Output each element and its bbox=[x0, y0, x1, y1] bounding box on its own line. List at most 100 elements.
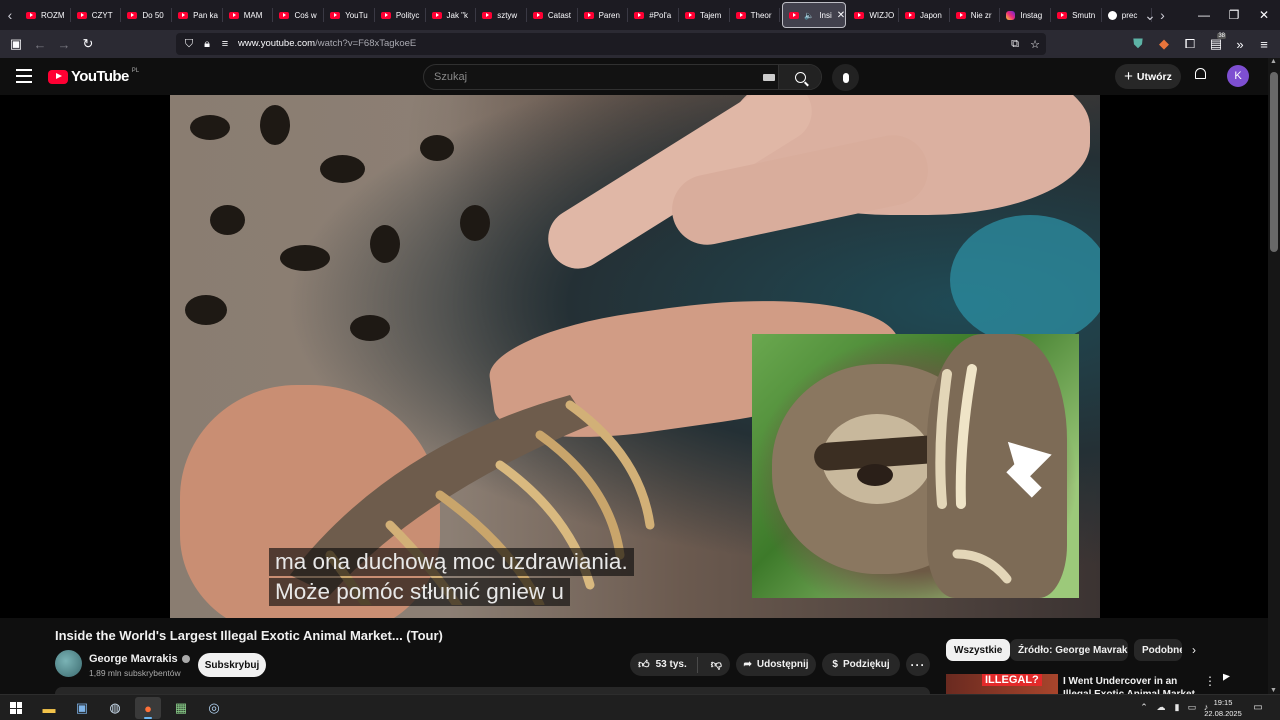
tray-overflow-icon[interactable]: ⌃ bbox=[1138, 701, 1150, 713]
restore-icon[interactable]: ❐ bbox=[1218, 0, 1250, 30]
tab-title: MAM bbox=[243, 10, 263, 20]
close-window-icon[interactable]: ✕ bbox=[1248, 0, 1280, 30]
browser-tab[interactable]: YouTu bbox=[324, 2, 375, 28]
reload-icon[interactable]: ↻ bbox=[76, 30, 100, 58]
app-menu-icon[interactable]: ≡ bbox=[1252, 30, 1276, 58]
extension-fox-icon[interactable]: ◆ bbox=[1152, 30, 1176, 58]
firefox-icon[interactable]: ● bbox=[135, 697, 161, 719]
chip-all[interactable]: Wszystkie bbox=[946, 639, 1011, 661]
network-app-icon[interactable]: ◎ bbox=[201, 697, 227, 719]
browser-tab[interactable]: WIZJO bbox=[848, 2, 899, 28]
browser-tab[interactable]: sztyw bbox=[476, 2, 527, 28]
notifications-bell-icon[interactable] bbox=[1191, 67, 1209, 85]
account-avatar[interactable]: K bbox=[1227, 65, 1249, 87]
start-button[interactable] bbox=[3, 697, 29, 719]
caption-line: ma ona duchową moc uzdrawiania. bbox=[269, 548, 634, 576]
back-icon[interactable]: ← bbox=[28, 30, 52, 58]
browser-tab[interactable]: Japon bbox=[899, 2, 950, 28]
minimize-icon[interactable]: — bbox=[1188, 0, 1220, 30]
usb-device-icon[interactable]: ▮ bbox=[1171, 701, 1183, 713]
close-tab-icon[interactable]: ✕ bbox=[837, 10, 845, 21]
create-button[interactable]: + Utwórz bbox=[1115, 64, 1181, 89]
url-bar[interactable]: ⛉ 🔒︎ ≡ www.youtube.com/watch?v=F68xTagko… bbox=[176, 33, 1046, 55]
steam-icon[interactable]: ◍ bbox=[102, 697, 128, 719]
more-actions-button[interactable]: ··· bbox=[906, 653, 930, 676]
browser-tab[interactable]: Jak "k bbox=[426, 2, 477, 28]
lock-icon[interactable]: 🔒︎ bbox=[198, 33, 216, 55]
browser-tab[interactable]: CZYT bbox=[71, 2, 122, 28]
overflow-chevron-icon[interactable]: » bbox=[1228, 30, 1252, 58]
recommendation-menu-icon[interactable]: ⋮ bbox=[1204, 674, 1216, 688]
share-arrow-icon: ➦ bbox=[743, 659, 752, 670]
remote-desktop-icon[interactable]: ▣ bbox=[69, 697, 95, 719]
share-button[interactable]: ➦ Udostępnij bbox=[736, 653, 816, 676]
search-box[interactable]: Szukaj bbox=[423, 64, 822, 90]
browser-tab[interactable]: #Pol'a bbox=[628, 2, 679, 28]
browser-tab[interactable]: Nie zr bbox=[950, 2, 1001, 28]
extension-shield-icon[interactable]: ⛊ bbox=[1126, 30, 1150, 58]
permissions-icon[interactable]: ≡ bbox=[216, 33, 234, 55]
scrollbar-thumb[interactable] bbox=[1270, 72, 1278, 252]
windows-logo-icon bbox=[10, 702, 22, 714]
dislike-button[interactable]: 👎︎ bbox=[703, 658, 722, 671]
browser-tab[interactable]: ROZM bbox=[20, 2, 71, 28]
shield-icon[interactable]: ⛉ bbox=[180, 33, 198, 55]
chips-next-chevron-icon[interactable]: › bbox=[1192, 643, 1196, 657]
notifications-icon[interactable]: ▭ bbox=[1252, 701, 1264, 713]
search-input[interactable]: Szukaj bbox=[434, 71, 467, 83]
like-button[interactable]: 👍︎ 53 tys. bbox=[638, 656, 698, 673]
calculator-icon[interactable]: ▦ bbox=[168, 697, 194, 719]
tab-title: #Pol'a bbox=[649, 10, 672, 20]
recommendation-thumbnail[interactable]: ILLEGAL? bbox=[946, 674, 1058, 694]
picture-in-picture-icon[interactable]: ⧉ bbox=[1006, 33, 1024, 55]
browser-tab[interactable]: MAM bbox=[223, 2, 274, 28]
instagram-favicon-icon bbox=[1006, 10, 1016, 20]
onedrive-cloud-icon[interactable]: ☁ bbox=[1155, 701, 1167, 713]
recommendation-title[interactable]: I Went Undercover in an Illegal Exotic A… bbox=[1063, 675, 1198, 694]
voice-search-button[interactable] bbox=[832, 64, 859, 91]
browser-tab[interactable]: Do 50 bbox=[121, 2, 172, 28]
youtube-logo[interactable]: YouTube PL bbox=[48, 68, 139, 85]
youtube-favicon-icon bbox=[634, 11, 645, 19]
browser-tab[interactable]: Pan ka bbox=[172, 2, 223, 28]
video-player[interactable] bbox=[0, 95, 1268, 618]
extensions-puzzle-icon[interactable]: ⧠ bbox=[1178, 30, 1202, 58]
list-all-tabs-icon[interactable]: ⌄ bbox=[1140, 0, 1160, 30]
browser-tab[interactable]: Catast bbox=[527, 2, 578, 28]
browser-tab[interactable]: Paren bbox=[578, 2, 629, 28]
tab-title: ROZM bbox=[41, 10, 65, 20]
bookmark-star-icon[interactable]: ☆ bbox=[1026, 33, 1044, 55]
page-scrollbar[interactable]: ▲ ▼ bbox=[1268, 58, 1280, 694]
thanks-button[interactable]: $ Podziękuj bbox=[822, 653, 900, 676]
channel-name-text[interactable]: George Mavrakis bbox=[89, 653, 178, 665]
description-box[interactable] bbox=[55, 687, 930, 694]
channel-avatar[interactable] bbox=[55, 650, 82, 677]
chip-from-channel[interactable]: Źródło: George Mavrakis bbox=[1010, 639, 1128, 661]
scroll-up-icon[interactable]: ▲ bbox=[1270, 58, 1277, 65]
browser-tab[interactable]: Polityc bbox=[375, 2, 426, 28]
forward-icon[interactable]: → bbox=[52, 30, 76, 58]
tabs-scroll-left-icon[interactable]: ‹ bbox=[0, 0, 20, 30]
extension-badge-icon[interactable]: ▤ 38 bbox=[1204, 30, 1228, 58]
search-button[interactable] bbox=[778, 65, 821, 89]
browser-tab[interactable]: Instag bbox=[1000, 2, 1051, 28]
speaker-icon[interactable]: 🔈 bbox=[804, 11, 814, 20]
file-explorer-icon[interactable]: ▬ bbox=[36, 697, 62, 719]
tab-active[interactable]: 🔈 Insi ✕ bbox=[782, 2, 847, 28]
keyboard-icon[interactable] bbox=[763, 74, 775, 81]
browser-tab[interactable]: Theor bbox=[730, 2, 781, 28]
channel-name[interactable]: George Mavrakis bbox=[89, 653, 190, 665]
network-icon[interactable]: ▭ bbox=[1186, 701, 1198, 713]
system-clock[interactable]: 19:15 22.08.2025 bbox=[1203, 697, 1243, 719]
scroll-down-icon[interactable]: ▼ bbox=[1270, 687, 1277, 694]
browser-tab[interactable]: Coś w bbox=[273, 2, 324, 28]
youtube-favicon-icon bbox=[127, 11, 138, 19]
chip-related[interactable]: Podobne bbox=[1134, 639, 1182, 661]
youtube-favicon-icon bbox=[1057, 11, 1068, 19]
browser-tab[interactable]: Smutn bbox=[1051, 2, 1102, 28]
browser-tab[interactable]: Tajem bbox=[679, 2, 730, 28]
youtube-favicon-icon bbox=[854, 11, 865, 19]
sidebar-toggle-icon[interactable]: ▣ bbox=[4, 30, 28, 58]
guide-menu-icon[interactable] bbox=[14, 66, 34, 86]
subscribe-button[interactable]: Subskrybuj bbox=[198, 653, 266, 677]
